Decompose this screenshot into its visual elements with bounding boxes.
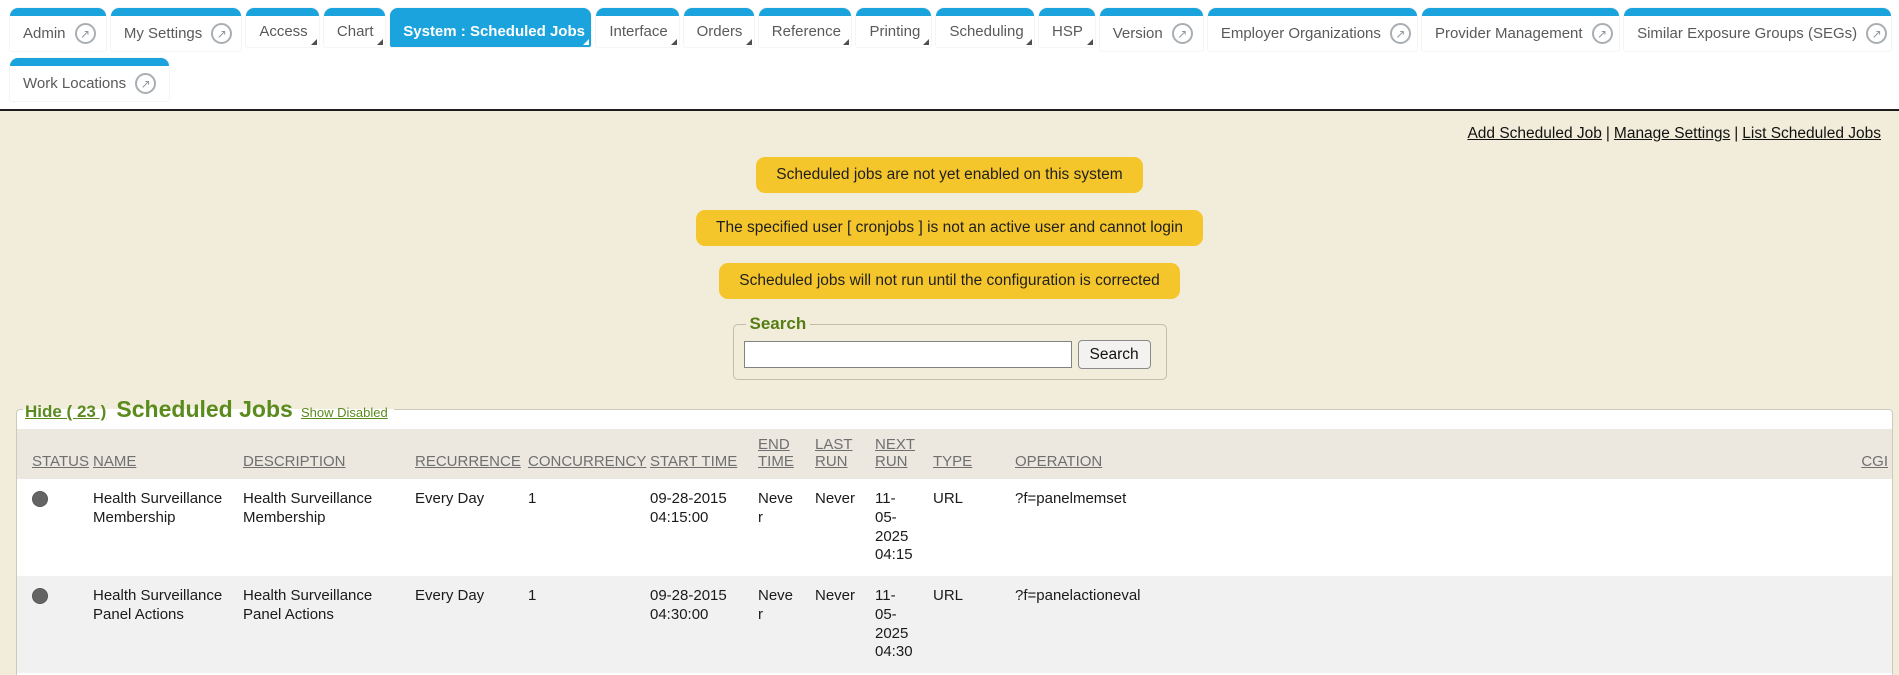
col-header-start-time[interactable]: START TIME (640, 429, 748, 479)
open-new-window-icon[interactable]: ↗ (1172, 23, 1193, 44)
manage-settings-link[interactable]: Manage Settings (1614, 125, 1730, 142)
job-operation: ?f=panelactioneval (1005, 576, 1842, 673)
col-header-next-run[interactable]: NEXT RUN (865, 429, 923, 479)
search-input[interactable] (744, 341, 1072, 368)
tab-my-settings[interactable]: My Settings ↗ (111, 8, 241, 51)
tab-system-scheduled-jobs[interactable]: System : Scheduled Jobs (390, 8, 591, 47)
warning-inactive-user: The specified user [ cronjobs ] is not a… (696, 210, 1203, 246)
search-panel: Search Search (733, 314, 1167, 380)
job-description: Health Surveillance Panel Actions (233, 576, 405, 673)
job-type: URL (923, 576, 1005, 673)
open-new-window-icon[interactable]: ↗ (1390, 23, 1411, 44)
warning-messages: Scheduled jobs are not yet enabled on th… (0, 157, 1899, 299)
tab-row-1: Admin ↗ My Settings ↗ Access Chart Syste… (10, 8, 1891, 51)
table-row[interactable]: Health Surveillance Panel Actions Health… (17, 576, 1892, 673)
job-description: Health Surveillance Membership (233, 479, 405, 576)
link-separator: | (1730, 125, 1742, 142)
tab-reference[interactable]: Reference (759, 8, 852, 47)
tab-interface[interactable]: Interface (596, 8, 678, 47)
open-new-window-icon[interactable]: ↗ (135, 73, 156, 94)
col-header-operation[interactable]: OPERATION (1005, 429, 1842, 479)
add-scheduled-job-link[interactable]: Add Scheduled Job (1467, 125, 1601, 142)
col-header-cgi[interactable]: CGI (1842, 429, 1892, 479)
col-header-description[interactable]: DESCRIPTION (233, 429, 405, 479)
job-concurrency: 1 (518, 479, 640, 576)
job-operation: ?f=panelmemset (1005, 479, 1842, 576)
status-dot-icon (32, 588, 48, 604)
tab-row-2: Work Locations ↗ (10, 58, 1891, 101)
job-type: URL (923, 479, 1005, 576)
tab-hsp[interactable]: HSP (1039, 8, 1095, 47)
col-header-last-run[interactable]: LAST RUN (805, 429, 865, 479)
col-header-concurrency[interactable]: CONCURRENCY (518, 429, 640, 479)
page-content: Add Scheduled Job|Manage Settings|List S… (0, 111, 1899, 675)
tab-work-locations[interactable]: Work Locations ↗ (10, 58, 169, 101)
open-new-window-icon[interactable]: ↗ (211, 23, 232, 44)
hide-toggle-link[interactable]: Hide ( 23 ) (25, 402, 106, 421)
tab-scheduling[interactable]: Scheduling (936, 8, 1034, 47)
job-last-run: Never (805, 479, 865, 576)
tab-employer-organizations[interactable]: Employer Organizations ↗ (1208, 8, 1417, 51)
job-name: Health Surveillance Membership (83, 479, 233, 576)
show-disabled-link[interactable]: Show Disabled (301, 405, 388, 420)
col-header-type[interactable]: TYPE (923, 429, 1005, 479)
warning-will-not-run: Scheduled jobs will not run until the co… (719, 263, 1179, 299)
tab-bar: Admin ↗ My Settings ↗ Access Chart Syste… (0, 0, 1899, 111)
scheduled-jobs-legend: Hide ( 23 ) Scheduled Jobs Show Disabled (23, 396, 394, 423)
tab-admin[interactable]: Admin ↗ (10, 8, 106, 51)
table-row[interactable]: Health Surveillance Membership Health Su… (17, 479, 1892, 576)
job-end-time: Never (748, 479, 805, 576)
tab-access[interactable]: Access (246, 8, 319, 47)
job-next-run: 11-05-2025 04:30 (865, 576, 923, 673)
list-scheduled-jobs-link[interactable]: List Scheduled Jobs (1742, 125, 1881, 142)
job-name: Health Surveillance Panel Actions (83, 576, 233, 673)
tab-version[interactable]: Version ↗ (1100, 8, 1203, 51)
job-recurrence: Every Day (405, 479, 518, 576)
tab-orders[interactable]: Orders (684, 8, 754, 47)
scheduled-jobs-panel: Hide ( 23 ) Scheduled Jobs Show Disabled… (16, 396, 1893, 675)
tab-provider-management[interactable]: Provider Management ↗ (1422, 8, 1619, 51)
job-concurrency: 1 (518, 576, 640, 673)
col-header-name[interactable]: NAME (83, 429, 233, 479)
job-start-time: 09-28-2015 04:15:00 (640, 479, 748, 576)
open-new-window-icon[interactable]: ↗ (1866, 23, 1887, 44)
tab-printing[interactable]: Printing (856, 8, 931, 47)
link-separator: | (1602, 125, 1614, 142)
open-new-window-icon[interactable]: ↗ (75, 23, 96, 44)
job-next-run: 11-05-2025 04:15 (865, 479, 923, 576)
job-recurrence: Every Day (405, 576, 518, 673)
col-header-end-time[interactable]: END TIME (748, 429, 805, 479)
warning-not-enabled: Scheduled jobs are not yet enabled on th… (756, 157, 1142, 193)
col-header-status[interactable]: STATUS (17, 429, 83, 479)
search-button[interactable]: Search (1078, 340, 1151, 369)
table-header-row: STATUS NAME DESCRIPTION RECURRENCE CONCU… (17, 429, 1892, 479)
job-start-time: 09-28-2015 04:30:00 (640, 576, 748, 673)
job-last-run: Never (805, 576, 865, 673)
action-links: Add Scheduled Job|Manage Settings|List S… (0, 111, 1899, 143)
scheduled-jobs-title: Scheduled Jobs (110, 396, 296, 422)
tab-similar-exposure-groups[interactable]: Similar Exposure Groups (SEGs) ↗ (1624, 8, 1891, 51)
open-new-window-icon[interactable]: ↗ (1592, 23, 1613, 44)
tab-chart[interactable]: Chart (324, 8, 385, 47)
job-cgi (1842, 479, 1892, 576)
col-header-recurrence[interactable]: RECURRENCE (405, 429, 518, 479)
scheduled-jobs-table: STATUS NAME DESCRIPTION RECURRENCE CONCU… (17, 429, 1892, 675)
job-end-time: Never (748, 576, 805, 673)
status-dot-icon (32, 491, 48, 507)
search-panel-legend: Search (746, 314, 811, 334)
job-cgi (1842, 576, 1892, 673)
